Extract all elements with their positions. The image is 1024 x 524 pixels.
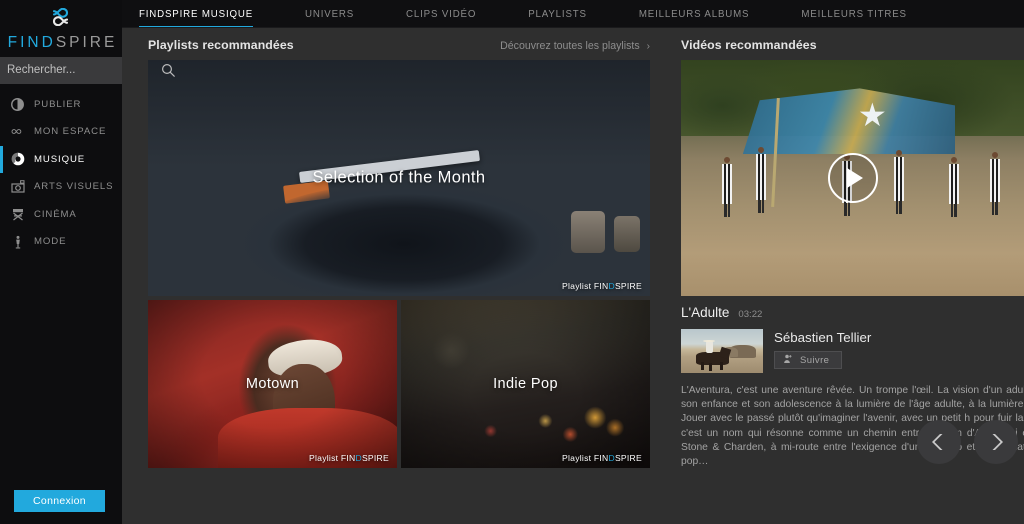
- sidebar-item-label: PUBLIER: [34, 98, 82, 110]
- tab-findspire-musique[interactable]: FINDSPIRE MUSIQUE: [139, 0, 254, 28]
- app-root: FINDSPIRE PUBLIER MON: [0, 0, 1024, 524]
- videos-column: Vidéos recommandées L'Adulte 03:22 Sébas…: [681, 28, 1024, 468]
- playlist-badge-part1: FIN: [593, 453, 609, 463]
- playlists-section-header: Playlists recommandées Découvrez toutes …: [148, 28, 650, 56]
- top-navigation: FINDSPIRE MUSIQUE UNIVERS CLIPS VIDÉO PL…: [122, 0, 1024, 28]
- playlist-tile-caption: Selection of the Month: [312, 168, 486, 187]
- tab-meilleurs-albums[interactable]: MEILLEURS ALBUMS: [639, 0, 750, 28]
- video-title: L'Adulte: [681, 305, 730, 320]
- playlist-tile-caption: Motown: [245, 376, 300, 392]
- sidebar-item-mon-espace[interactable]: MON ESPACE: [0, 118, 122, 146]
- artist-name: Sébastien Tellier: [774, 330, 872, 345]
- playlist-badge-part1: FIN: [593, 281, 609, 291]
- playlist-tile-motown[interactable]: Motown Playlist FINDSPIRE: [148, 300, 397, 468]
- video-title-row: L'Adulte 03:22: [681, 305, 1024, 320]
- mannequin-icon: [10, 234, 25, 249]
- playlist-tile-indie-pop[interactable]: Indie Pop Playlist FINDSPIRE: [401, 300, 650, 468]
- playlist-badge: Playlist FINDSPIRE: [562, 453, 642, 463]
- playlist-tile-selection-of-the-month[interactable]: Selection of the Month Playlist FINDSPIR…: [148, 60, 650, 296]
- playlist-tile-caption: Indie Pop: [493, 376, 558, 392]
- follow-button[interactable]: Suivre: [774, 351, 843, 369]
- artist-meta: Sébastien Tellier Suivre: [774, 329, 1024, 373]
- sidebar-item-arts-visuels[interactable]: ARTS VISUELS: [0, 173, 122, 201]
- sidebar-item-cinema[interactable]: CINÉMA: [0, 201, 122, 229]
- sidebar-item-label: ARTS VISUELS: [34, 181, 114, 193]
- tab-clips-video[interactable]: CLIPS VIDÉO: [406, 0, 476, 28]
- playlist-badge-part3: SPIRE: [614, 281, 642, 291]
- chevron-right-icon[interactable]: [974, 420, 1018, 464]
- player-graphic: [948, 156, 959, 217]
- sidebar: FINDSPIRE PUBLIER MON: [0, 0, 175, 524]
- carousel-controls: [917, 420, 1018, 464]
- play-icon[interactable]: [827, 153, 878, 203]
- playlist-tile-row: Motown Playlist FINDSPIRE Indie Pop Play…: [148, 300, 650, 468]
- vinyl-icon: [10, 152, 25, 167]
- brand-logo[interactable]: FINDSPIRE: [0, 0, 122, 57]
- playlist-badge: Playlist FINDSPIRE: [309, 453, 389, 463]
- playlist-badge-prefix: Playlist: [309, 453, 341, 463]
- search-icon[interactable]: [161, 63, 175, 77]
- chevron-left-icon[interactable]: [917, 420, 961, 464]
- player-graphic: [989, 152, 1000, 216]
- videos-section-header: Vidéos recommandées: [681, 28, 1024, 56]
- add-person-icon: [783, 354, 793, 367]
- player-graphic: [722, 156, 733, 217]
- search-input[interactable]: [7, 64, 161, 76]
- tab-playlists[interactable]: PLAYLISTS: [528, 0, 587, 28]
- sidebar-item-musique[interactable]: MUSIQUE: [0, 145, 122, 174]
- chevron-right-icon: ›: [646, 40, 650, 52]
- playlist-badge: Playlist FINDSPIRE: [562, 281, 642, 291]
- tab-meilleurs-titres[interactable]: MEILLEURS TITRES: [801, 0, 906, 28]
- brand-wordmark: FINDSPIRE: [0, 35, 122, 51]
- search-bar[interactable]: [0, 56, 175, 84]
- discover-playlists-link[interactable]: Découvrez toutes les playlists ›: [500, 40, 650, 52]
- sidebar-item-label: MON ESPACE: [34, 126, 107, 138]
- sidebar-item-mode[interactable]: MODE: [0, 228, 122, 256]
- playlist-badge-prefix: Playlist: [562, 453, 594, 463]
- playlist-badge-part3: SPIRE: [361, 453, 389, 463]
- main-area: FINDSPIRE MUSIQUE UNIVERS CLIPS VIDÉO PL…: [122, 0, 1024, 524]
- content-area: Playlists recommandées Découvrez toutes …: [122, 28, 1024, 524]
- brand-wordmark-prefix: FIND: [7, 34, 56, 51]
- login-button[interactable]: Connexion: [14, 490, 105, 512]
- sidebar-item-label: MUSIQUE: [34, 153, 86, 165]
- player-graphic: [893, 149, 904, 214]
- director-chair-icon: [10, 207, 25, 222]
- playlists-section-title: Playlists recommandées: [148, 38, 294, 52]
- brand-wordmark-suffix: SPIRE: [55, 34, 118, 51]
- knob-graphic: [613, 215, 640, 252]
- sidebar-item-label: MODE: [34, 236, 67, 248]
- playlist-badge-part1: FIN: [340, 453, 356, 463]
- artist-thumbnail-image: [681, 329, 763, 373]
- follow-button-label: Suivre: [800, 354, 830, 366]
- sidebar-item-label: CINÉMA: [34, 208, 77, 220]
- infinity-icon: [0, 7, 122, 31]
- player-graphic: [756, 147, 767, 214]
- publish-icon: [10, 97, 25, 112]
- discover-playlists-label: Découvrez toutes les playlists: [500, 40, 640, 52]
- sidebar-nav: PUBLIER MON ESPACE MUSIQUE ARTS VISUELS: [0, 91, 122, 256]
- infinity-icon: [10, 124, 25, 139]
- videos-section-title: Vidéos recommandées: [681, 38, 817, 52]
- playlist-badge-prefix: Playlist: [562, 281, 594, 291]
- video-duration: 03:22: [738, 309, 763, 320]
- artist-row: Sébastien Tellier Suivre: [681, 329, 1024, 373]
- artist-thumbnail[interactable]: [681, 329, 763, 373]
- knob-graphic: [570, 211, 605, 254]
- playlists-column: Playlists recommandées Découvrez toutes …: [148, 28, 650, 468]
- playlist-badge-part3: SPIRE: [614, 453, 642, 463]
- video-player[interactable]: [681, 60, 1024, 296]
- sidebar-item-publier[interactable]: PUBLIER: [0, 91, 122, 119]
- camera-icon: [10, 179, 25, 194]
- tab-univers[interactable]: UNIVERS: [305, 0, 354, 28]
